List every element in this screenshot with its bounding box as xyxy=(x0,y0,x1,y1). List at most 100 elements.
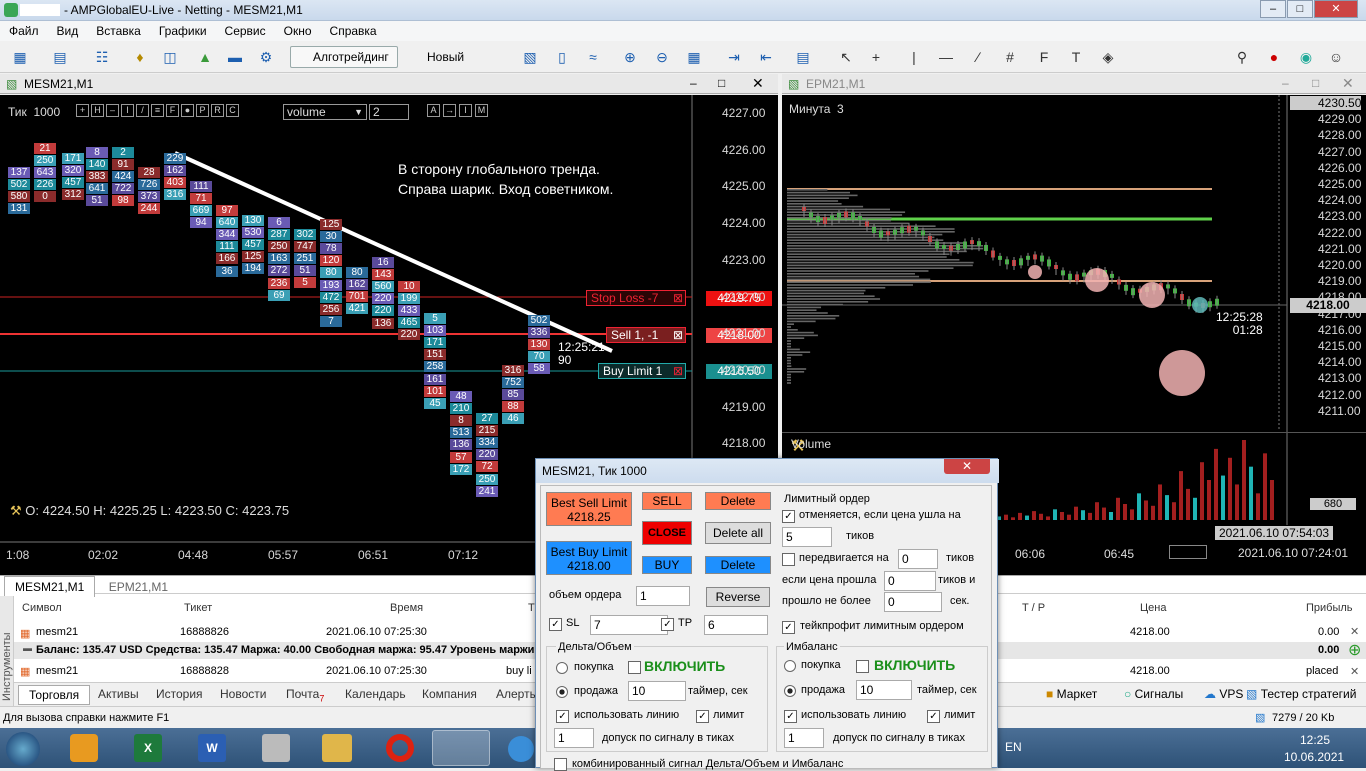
slash-icon[interactable]: / xyxy=(136,104,149,117)
opera-icon[interactable] xyxy=(386,734,414,762)
tab-calendar[interactable]: Календарь xyxy=(345,687,406,701)
cancel-stepper[interactable]: 5 xyxy=(782,527,832,547)
language-indicator[interactable]: EN xyxy=(1005,740,1022,754)
col-ticket[interactable]: Тикет xyxy=(184,602,212,614)
tab-mesm21[interactable]: MESM21,M1 xyxy=(4,576,96,597)
col-price[interactable]: Цена xyxy=(1140,602,1166,614)
close-icon[interactable]: ⊠ xyxy=(673,291,683,306)
close-icon[interactable]: ⊠ xyxy=(673,328,683,343)
vps-link[interactable]: ☁ VPS xyxy=(1204,687,1243,701)
chart1-close[interactable]: ✕ xyxy=(752,75,764,92)
delta-limit-checkbox[interactable]: ✓ xyxy=(696,710,709,723)
collapse-icon[interactable]: ▬ xyxy=(23,643,32,653)
new-order-button[interactable]: Новый ордер xyxy=(404,46,504,84)
imb-tolerance-stepper[interactable]: 1 xyxy=(784,728,824,748)
start-button[interactable] xyxy=(6,732,40,766)
move-stepper[interactable]: 0 xyxy=(898,549,938,569)
col-tp[interactable]: T / P xyxy=(1022,602,1045,614)
delta-use-line-checkbox[interactable]: ✓ xyxy=(556,710,569,723)
menu-charts[interactable]: Графики xyxy=(150,21,216,38)
vline-icon[interactable]: | xyxy=(904,47,924,67)
bar-chart-icon[interactable]: ▧ xyxy=(520,47,540,67)
sell-position-label[interactable]: Sell 1, -1 ⊠ xyxy=(606,327,686,343)
strategy-icon[interactable]: ⚙ xyxy=(256,47,276,67)
best-sell-limit-button[interactable]: Best Sell Limit 4218.25 xyxy=(546,492,632,526)
tab-assets[interactable]: Активы xyxy=(98,687,139,701)
buy-limit-label[interactable]: Buy Limit 1 ⊠ xyxy=(598,363,686,379)
dialog-close-button[interactable]: ✕ xyxy=(944,459,990,474)
level-icon[interactable]: ◉ xyxy=(1296,47,1316,67)
tab-alerts[interactable]: Алерты xyxy=(496,687,538,701)
delta-enable-checkbox[interactable] xyxy=(628,661,641,674)
tp-limit-checkbox[interactable]: ✓ xyxy=(782,621,795,634)
delete-sell-button[interactable]: Delete xyxy=(705,492,771,510)
imb-buy-radio[interactable] xyxy=(784,660,796,672)
toolbox-sidebar[interactable]: Инструменты xyxy=(0,596,14,707)
chart1-minimize[interactable]: – xyxy=(690,76,697,90)
tile-icon[interactable]: ▦ xyxy=(684,47,704,67)
network-app-icon[interactable] xyxy=(508,736,534,762)
circle-icon[interactable]: ● xyxy=(181,104,194,117)
calculator-icon[interactable] xyxy=(262,734,290,762)
excel-icon[interactable]: X xyxy=(134,734,162,762)
delta-timer-stepper[interactable]: 10 xyxy=(628,681,686,701)
chart2-minimize[interactable]: – xyxy=(1282,76,1289,90)
word-icon[interactable]: W xyxy=(198,734,226,762)
m-icon[interactable]: M xyxy=(475,104,488,117)
chart1-maximize[interactable]: □ xyxy=(718,76,725,90)
delete-buy-button[interactable]: Delete xyxy=(705,556,771,574)
text-icon[interactable]: T xyxy=(1066,47,1086,67)
close-position-button[interactable]: CLOSE xyxy=(642,521,692,545)
search-icon[interactable]: ⚲ xyxy=(1232,47,1252,67)
tab-epm21[interactable]: EPM21,M1 xyxy=(99,577,178,597)
i-icon[interactable]: I xyxy=(121,104,134,117)
row2-symbol[interactable]: mesm21 xyxy=(36,665,78,677)
chart2-close[interactable]: ✕ xyxy=(1342,75,1354,92)
tab-history[interactable]: История xyxy=(156,687,203,701)
col-symbol[interactable]: Символ xyxy=(22,602,62,614)
fibo-icon[interactable]: F xyxy=(1034,47,1054,67)
row1-symbol[interactable]: mesm21 xyxy=(36,626,78,638)
profiles-icon[interactable]: ▤ xyxy=(50,47,70,67)
notifications-icon[interactable]: ● xyxy=(1264,47,1284,67)
tester-link[interactable]: ▧ Тестер стратегий xyxy=(1246,687,1356,701)
close-icon[interactable]: ⊠ xyxy=(673,364,683,379)
shapes-icon[interactable]: ◈ xyxy=(1098,47,1118,67)
delta-sell-radio[interactable] xyxy=(556,686,568,698)
market-watch-icon[interactable]: ☷ xyxy=(92,47,112,67)
crosshair-icon[interactable]: + xyxy=(866,47,886,67)
col-profit[interactable]: Прибыль xyxy=(1306,602,1353,614)
imb-timer-stepper[interactable]: 10 xyxy=(856,680,912,700)
account-icon[interactable]: ☺ xyxy=(1326,47,1346,67)
text-cursor-icon[interactable]: I xyxy=(459,104,472,117)
c-icon[interactable]: C xyxy=(226,104,239,117)
metatrader-taskbar-button[interactable] xyxy=(432,730,490,766)
tp-checkbox[interactable]: ✓ xyxy=(661,618,674,631)
close-window-button[interactable]: ✕ xyxy=(1314,0,1358,18)
cursor-icon[interactable]: ↖ xyxy=(836,47,856,67)
tab-news[interactable]: Новости xyxy=(220,687,266,701)
row2-close-icon[interactable]: ✕ xyxy=(1350,665,1359,678)
tab-trade[interactable]: Торговля xyxy=(18,685,91,705)
reverse-button[interactable]: Reverse xyxy=(706,587,770,607)
tab-company[interactable]: Компания xyxy=(422,687,477,701)
sell-button[interactable]: SELL xyxy=(642,492,692,510)
tp-stepper[interactable]: 6 xyxy=(704,615,768,635)
delete-all-button[interactable]: Delete all xyxy=(705,522,771,544)
imb-use-line-checkbox[interactable]: ✓ xyxy=(784,710,797,723)
menu-service[interactable]: Сервис xyxy=(216,21,275,38)
chart-shift-icon[interactable]: ⇤ xyxy=(756,47,776,67)
zoom-out-icon[interactable]: ⊖ xyxy=(652,47,672,67)
navigator-icon[interactable]: ◫ xyxy=(160,47,180,67)
menu-insert[interactable]: Вставка xyxy=(87,21,150,38)
sl-stepper[interactable]: 7 xyxy=(590,615,668,635)
channel-icon[interactable]: # xyxy=(1000,47,1020,67)
line-chart-icon[interactable]: ≈ xyxy=(583,47,603,67)
zoom-in-icon[interactable]: ⊕ xyxy=(620,47,640,67)
delta-tolerance-stepper[interactable]: 1 xyxy=(554,728,594,748)
explorer-icon[interactable] xyxy=(322,734,352,762)
passed-stepper[interactable]: 0 xyxy=(884,571,936,591)
new-chart-icon[interactable]: ▦ xyxy=(10,47,30,67)
indicator-value-stepper[interactable]: 2 xyxy=(369,104,409,120)
stop-loss-label[interactable]: Stop Loss -7 ⊠ xyxy=(586,290,686,306)
